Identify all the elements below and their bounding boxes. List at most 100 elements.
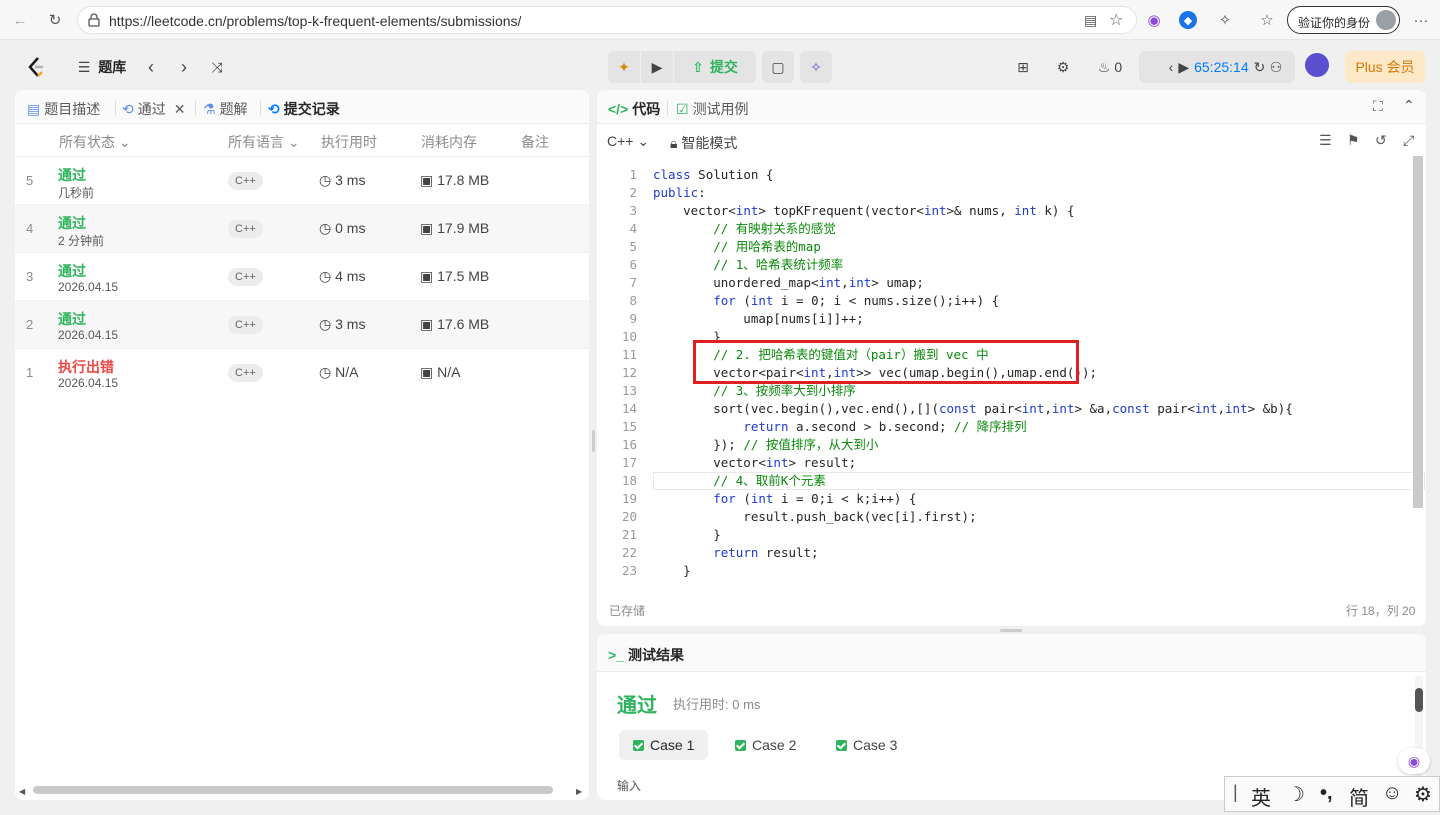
tab-solutions[interactable]: ⚗ 题解 [203,99,248,119]
profile-button[interactable]: 验证你的身份 [1287,6,1400,34]
ime-language[interactable]: 英 [1251,782,1271,811]
scroll-right-icon[interactable]: ▶ [576,787,582,796]
ime-moon-icon[interactable]: ☽ [1287,782,1305,807]
horizontal-scrollbar[interactable] [33,786,553,794]
settings-icon[interactable]: ⚙ [1052,51,1074,83]
table-row[interactable]: 1 执行出错 2026.04.15 C++ ◷ N/A ▣ N/A [15,348,589,396]
history-icon: ⟲ [122,100,134,117]
tab-description[interactable]: ▤ 题目描述 [27,99,100,119]
ime-script[interactable]: 简 [1349,782,1369,811]
copilot-icon[interactable]: ◉ [1143,9,1165,31]
ime-punct-icon[interactable]: •, [1320,782,1333,805]
status-link[interactable]: 通过 [58,213,86,233]
submit-time: 2026.04.15 [58,280,119,294]
code-line: 7 unordered_map<int,int> umap; [597,274,1426,292]
annotation-box [693,340,1079,384]
notes-header: 备注 [521,134,549,150]
line-number: 6 [629,257,637,272]
collapse-icon[interactable]: ⌃ [1403,97,1415,114]
submit-label: 提交 [709,59,738,75]
back-icon[interactable]: ← [9,9,31,31]
plus-member-button[interactable]: Plus 会员 [1345,51,1425,83]
submit-time: 2026.04.15 [58,376,119,390]
format-icon[interactable]: ☰ [1319,132,1332,149]
problem-bank-button[interactable]: ☰ 题库 [72,51,132,83]
language-select[interactable]: C++ ⌄ [607,133,649,150]
vertical-scrollbar[interactable] [1413,156,1423,508]
tab-testcase[interactable]: ☑ 测试用例 [676,99,749,119]
ai-sparkle-icon[interactable]: ✧ [800,51,832,83]
expand-icon[interactable]: ⤢ [1403,132,1414,149]
table-row[interactable]: 2 通过 2026.04.15 C++ ◷ 3 ms ▣ 17.6 MB [15,300,589,348]
next-problem-icon[interactable]: › [175,51,193,83]
case-tab-3[interactable]: Case 3 [822,730,911,760]
user-avatar[interactable] [1305,53,1329,77]
status-link[interactable]: 通过 [58,165,86,185]
check-icon [633,739,644,751]
code-line: 13 // 3、按频率大到小排序 [597,382,1426,400]
result-scrollbar-thumb[interactable] [1415,688,1423,712]
layout-icon[interactable]: ⊞ [1012,51,1034,83]
debug-icon[interactable]: ✦ [608,51,640,83]
extension-icon[interactable]: ◆ [1179,11,1197,29]
code-area[interactable]: 1 class Solution {2 public: 3 vector<int> t… [597,154,1426,584]
scroll-left-icon[interactable]: ◀ [19,787,25,796]
reset-icon[interactable]: ↺ [1375,132,1387,149]
line-number: 1 [629,167,637,182]
case-tab-2[interactable]: Case 2 [721,730,810,760]
smart-mode-toggle[interactable]: 🔒︎ 智能模式 [670,133,737,153]
tab-accepted[interactable]: ⟲ 通过 ✕ [122,99,185,119]
tab-test-result[interactable]: >_ 测试结果 [608,645,684,665]
leetcode-logo-icon[interactable] [24,51,48,83]
ime-emoji-icon[interactable]: ☺ [1382,782,1402,805]
row-index: 4 [26,221,34,236]
bookmark-icon[interactable]: ⚑ [1347,132,1360,149]
list-icon: ☰ [77,58,91,75]
line-number: 18 [621,473,637,488]
row-index: 1 [26,365,34,380]
run-icon[interactable]: ▶ [641,51,673,83]
table-row[interactable]: 4 通过 2 分钟前 C++ ◷ 0 ms ▣ 17.9 MB [15,204,589,252]
reader-icon[interactable]: ▤ [1084,12,1097,29]
cursor-position: 行 18，列 20 [1346,604,1416,618]
note-icon[interactable]: ▢ [762,51,794,83]
address-bar[interactable]: https://leetcode.cn/problems/top-k-frequ… [77,6,1137,34]
status-link[interactable]: 执行出错 [58,357,114,377]
table-row[interactable]: 3 通过 2026.04.15 C++ ◷ 4 ms ▣ 17.5 MB [15,252,589,300]
resize-handle[interactable] [592,430,595,452]
fullscreen-icon[interactable]: ⛶ [1373,98,1383,115]
resize-handle[interactable] [1000,629,1022,632]
memory-cell: ▣ 17.9 MB [420,220,489,237]
runtime-value: 4 ms [335,268,366,284]
favorite-star-icon[interactable]: ☆ [1109,10,1123,30]
tab-description-label: 题目描述 [44,101,101,117]
case-tab-1[interactable]: Case 1 [619,730,709,760]
refresh-icon[interactable]: ↻ [44,9,66,31]
puzzle-icon[interactable]: ✧ [1214,9,1236,31]
prev-problem-icon[interactable]: ‹ [142,51,160,83]
browser-menu-icon[interactable]: ··· [1410,9,1432,31]
timer-value: 65:25:14 [1194,59,1249,75]
submit-button[interactable]: ⇧ 提交 [674,51,756,83]
shuffle-icon[interactable]: ⤨ [206,51,228,83]
status-link[interactable]: 通过 [58,261,86,281]
ime-drag-handle[interactable]: | [1233,782,1238,803]
copilot-float-icon[interactable]: ◉ [1398,748,1430,774]
table-row[interactable]: 5 通过 几秒前 C++ ◷ 3 ms ▣ 17.8 MB [15,156,589,204]
language-filter[interactable]: 所有语言 ⌄ [228,132,300,152]
streak-badge[interactable]: ♨ 0 [1090,51,1130,83]
close-icon[interactable]: ✕ [174,101,186,118]
timer-prev-icon: ‹ [1168,59,1174,75]
line-number: 4 [629,221,637,236]
favorites-icon[interactable]: ☆ [1256,9,1278,31]
tab-code[interactable]: </> 代码 [608,99,660,119]
clock-icon: ◷ [319,220,332,236]
tab-submissions[interactable]: ⟲ 提交记录 [268,99,340,119]
ime-settings-icon[interactable]: ⚙ [1414,782,1432,807]
status-filter[interactable]: 所有状态 ⌄ [59,132,131,152]
tab-divider [260,101,261,115]
code-line: 4 // 有映射关系的感觉 [597,220,1426,238]
status-link[interactable]: 通过 [58,309,86,329]
add-friend-icon[interactable]: ⚇ [1265,51,1287,83]
clock-icon: ◷ [319,268,332,284]
